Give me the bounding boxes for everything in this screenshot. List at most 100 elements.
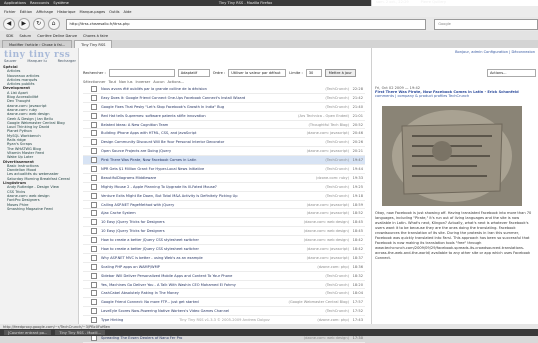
headline-row[interactable]: Ajax Cache System (dzone.com: javascript)… [83,209,365,219]
applications-menu[interactable]: Applications [4,1,26,5]
headline-checkbox[interactable] [91,130,97,137]
headline-title[interactable]: 10 Easy jQuery Tricks for Designers [101,220,302,224]
headline-title[interactable]: Easy Does It: Google Friend Connect One-… [101,96,323,100]
menu-history[interactable]: Historique [57,10,75,14]
headline-title[interactable]: Yes, Machines Go Deliver You - A Talk Wi… [101,283,323,287]
headline-title[interactable]: NPR Gets $1 Million Grant For Hyper-Loca… [101,167,323,171]
feed-item[interactable]: Smashing Magazine Feed [3,207,77,211]
headline-checkbox[interactable] [91,183,97,190]
headline-title[interactable]: Red Hat tells Supremes: software patents… [101,114,296,118]
headline-checkbox[interactable] [91,237,97,244]
headline-search-input[interactable] [108,68,175,77]
update-button[interactable]: Mettre à jour [324,68,356,77]
headline-title[interactable]: Belated Ideas: A New Cognition Team [101,123,306,127]
limit-select[interactable]: 30 [305,68,322,77]
headline-checkbox[interactable] [91,299,97,306]
headline-checkbox[interactable] [91,290,97,297]
headline-title[interactable]: BeautifulDiagrams Middleware [101,176,314,180]
bookmark-item[interactable]: Saturn [19,34,31,38]
menu-tools[interactable]: Outils [109,10,119,14]
headline-title[interactable]: Nous avons été oubliés par la grande col… [101,87,323,91]
headline-row[interactable]: LaveEyle Scores Now-Powering Native Work… [83,307,365,317]
headline-title[interactable]: Building iPhone Apps with HTML, CSS, and… [101,131,305,135]
headline-title[interactable]: 10 Easy jQuery Tricks for Designers [101,229,302,233]
headline-checkbox[interactable] [91,174,97,181]
back-arrow-icon[interactable]: ◀ [3,18,15,30]
headline-row[interactable]: How to create a better jQuery CSS styles… [83,236,365,246]
headline-row[interactable]: Google Fixes That Pesky "Let's Stop Face… [83,103,365,112]
actions-link[interactable]: Actions... [167,80,184,84]
url-bar[interactable]: http://ttrss.chezesallo.fr/ttrss.php [65,18,427,30]
bookmark-item[interactable]: Carrière Deline Danve [37,34,77,38]
headline-checkbox[interactable] [91,192,97,199]
headline-checkbox[interactable] [91,254,97,261]
mark-read-link[interactable]: Marquer lu [27,59,46,63]
select-none-link[interactable]: Aucun [153,80,164,84]
headline-row[interactable]: Red Hat tells Supremes: software patents… [83,112,365,121]
taskbar-item-mail[interactable]: [Courrier entrant po... [4,330,52,335]
headline-row[interactable]: Yes, Machines Go Deliver You - A Talk Wi… [83,281,365,290]
headline-checkbox[interactable] [91,219,97,226]
headline-checkbox[interactable] [91,103,97,110]
headline-row[interactable]: How to create a better jQuery CSS styles… [83,245,365,254]
menu-help[interactable]: Aide [124,10,132,14]
headline-row[interactable]: 10 Easy jQuery Tricks for Designers (dzon… [83,227,365,237]
headline-checkbox[interactable] [91,210,97,217]
headline-title[interactable]: LaveEyle Scores Now-Powering Native Work… [101,309,323,313]
headline-row[interactable]: Easy Does It: Google Friend Connect One-… [83,94,365,103]
reload-icon[interactable]: ↻ [32,18,45,30]
headline-checkbox[interactable] [91,228,97,235]
save-link[interactable]: Sauver [4,59,17,63]
headline-row[interactable]: Venture Exits Might Be Down, But Total M… [83,192,365,201]
headline-checkbox[interactable] [91,201,97,208]
headline-title[interactable]: Pirst There Was Pirate, Now Facebook Com… [101,158,323,162]
select-all-link[interactable]: Tout [109,80,116,84]
headline-title[interactable]: Google Friend Connect: No more FTP... ju… [101,300,287,304]
headline-checkbox[interactable] [91,121,97,128]
menu-view[interactable]: Affichage [36,10,53,14]
reload-link[interactable]: Recharger [58,59,76,63]
headline-checkbox[interactable] [91,148,97,155]
headline-row[interactable]: Design Community Discount Will Be Your P… [83,138,365,148]
headline-row[interactable]: CashCabel Absolutely Raking In The Money… [83,289,365,299]
headline-checkbox[interactable] [91,139,97,146]
headline-row[interactable]: Scaling PHP apps on WAMP/WMP (dzone.com: … [83,263,365,272]
headline-title[interactable]: How to create a better jQuery CSS styles… [101,238,302,242]
order-select[interactable]: Utiliser la valeur par défaut [228,68,287,77]
headline-checkbox[interactable] [91,165,97,172]
headline-row[interactable]: Sidebar Will Deliver Personalized Mobile… [83,272,365,281]
headline-title[interactable]: Calling ASP.NET PageMethod with jQuery [101,203,305,207]
headline-title[interactable]: Why ASP.NET MVC is better - using Web's … [101,256,305,260]
headline-checkbox[interactable] [91,112,97,119]
menu-file[interactable]: Fichier [4,10,16,14]
menu-bookmarks[interactable]: Marque-pages [80,10,106,14]
headline-checkbox[interactable] [91,245,97,252]
headline-title[interactable]: Scaling PHP apps on WAMP/WMP [101,265,315,269]
actions-select[interactable]: Actions... [487,69,536,77]
bookmark-item[interactable]: SDK [6,34,13,38]
tab-tiny-tiny-rss[interactable]: Tiny Tiny RSS [74,40,113,48]
headline-row[interactable]: 10 Easy jQuery Tricks for Designers (dzon… [83,218,365,228]
headline-row[interactable]: Calling ASP.NET PageMethod with jQuery (d… [83,201,365,210]
headline-row[interactable]: Belated Ideas: A New Cognition Team (Thou… [83,121,365,130]
bookmark-item[interactable]: Chores à faire [83,34,108,38]
headline-title[interactable]: Venture Exits Might Be Down, But Total M… [101,194,323,198]
headline-checkbox[interactable] [91,94,97,101]
headline-row[interactable]: Nous avons été oubliés par la grande col… [83,85,365,94]
headline-title[interactable]: Sidebar Will Deliver Personalized Mobile… [101,274,323,278]
headline-checkbox[interactable] [91,308,97,315]
headline-checkbox[interactable] [91,281,97,288]
headline-row[interactable]: BeautifulDiagrams Middleware (dzone.com: … [83,174,365,183]
headline-title[interactable]: Spreading The Ecsen Dealers of Nano Fer … [101,336,302,340]
headline-checkbox[interactable] [91,272,97,279]
headline-title[interactable]: CashCabel Absolutely Raking In The Money [101,291,323,295]
view-mode-select[interactable]: Adaptatif [177,68,210,77]
tab-edit-article[interactable]: Modifier l'article › Chose à fai... [2,40,73,48]
headline-title[interactable]: Google Fixes That Pesky "Let's Stop Face… [101,105,323,109]
account-links[interactable]: Bonjour, admin Configuration | Déconnexi… [455,50,535,54]
shortcuts-menu[interactable]: Raccourcis [30,1,49,5]
headline-row[interactable]: Why ASP.NET MVC is better - using Web's … [83,254,365,263]
headline-title[interactable]: Ajax Cache System [101,211,305,215]
headline-row[interactable]: NPR Gets $1 Million Grant For Hyper-Loca… [83,165,365,174]
headline-row[interactable]: Google Friend Connect: No more FTP... ju… [83,298,365,308]
